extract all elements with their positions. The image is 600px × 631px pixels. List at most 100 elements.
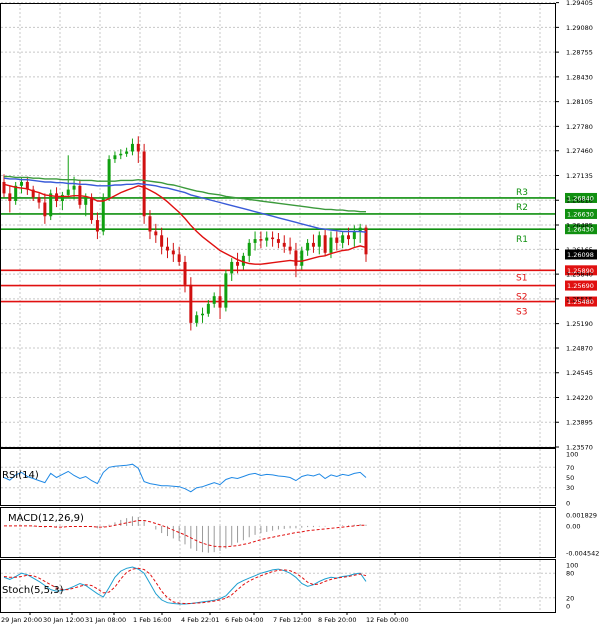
price-tick-label: 1.24220 — [566, 394, 593, 402]
level-name-s2: S2 — [516, 293, 527, 303]
stoch-tick-label: 20 — [566, 594, 574, 602]
candle-body — [55, 193, 59, 202]
candle-body — [136, 143, 140, 152]
candle-body — [230, 261, 234, 274]
time-tick-label: 6 Feb 04:00 — [225, 616, 264, 624]
macd-tick-label: 0.00 — [566, 522, 580, 530]
stoch-label: Stoch(5,5,3) — [2, 585, 64, 596]
candle-body — [130, 143, 134, 152]
candle-body — [317, 235, 321, 247]
candle-body — [323, 235, 327, 253]
candle-body — [37, 197, 41, 203]
rsi-tick-label: 30 — [566, 484, 574, 492]
macd-tick-label: -0.004542 — [566, 550, 599, 558]
candle-body — [276, 239, 280, 243]
rsi-tick-label: 100 — [566, 451, 578, 459]
candle-body — [247, 242, 251, 256]
level-name-r3: R3 — [516, 188, 528, 198]
time-tick-label: 31 Jan 08:00 — [85, 616, 126, 624]
candle-body — [218, 296, 222, 308]
candle-body — [119, 153, 123, 156]
macd-label: MACD(12,26,9) — [8, 513, 84, 524]
price-tick-label: 1.24545 — [566, 369, 593, 377]
candle-body — [49, 193, 53, 217]
candle-body — [154, 231, 158, 236]
time-tick-label: 1 Feb 16:00 — [133, 616, 172, 624]
level-price-label-r2: 1.26630 — [567, 210, 594, 218]
candle-body — [311, 242, 315, 247]
candle-body — [95, 220, 99, 232]
candle-body — [171, 250, 175, 255]
candle-body — [177, 254, 181, 262]
candle-body — [66, 189, 70, 195]
candle-body — [265, 237, 269, 241]
level-name-r1: R1 — [516, 235, 528, 245]
candle-body — [165, 246, 169, 251]
price-tick-label: 1.28430 — [566, 73, 593, 81]
level-price-label-s2: 1.25690 — [567, 282, 594, 290]
chart-root: 1.29405 1.29080 1.28755 1.28430 1.28105 1.277… — [0, 0, 600, 627]
candle-body — [90, 197, 94, 221]
candle-body — [288, 246, 292, 251]
level-name-s3: S3 — [516, 308, 527, 318]
price-tick-label: 1.29080 — [566, 24, 593, 32]
candle-body — [43, 202, 47, 217]
price-tick-label: 1.28755 — [566, 49, 593, 57]
candle-body — [189, 284, 193, 323]
rsi-label: RSI(14) — [2, 470, 39, 481]
stoch-tick-label: 80 — [566, 570, 574, 578]
stoch-tick-label: 100 — [566, 562, 578, 570]
candle-body — [72, 185, 76, 190]
candle-body — [236, 261, 240, 266]
price-tick-label: 1.23895 — [566, 419, 593, 427]
level-name-r2: R2 — [516, 203, 528, 213]
price-tick-label: 1.29405 — [566, 0, 593, 7]
candle-body — [101, 197, 105, 232]
rsi-tick-label: 0 — [566, 500, 570, 508]
price-tick-label: 1.27135 — [566, 172, 593, 180]
candle-body — [195, 315, 199, 323]
candle-body — [253, 239, 257, 243]
candle-body — [113, 155, 117, 160]
time-tick-label: 12 Feb 00:00 — [366, 616, 409, 624]
candle-body — [300, 250, 304, 266]
price-tick-label: 1.24870 — [566, 344, 593, 352]
candle-body — [224, 273, 228, 308]
candle-body — [329, 237, 333, 253]
candle-body — [341, 235, 345, 243]
candle-body — [282, 242, 286, 247]
price-tick-label: 1.25190 — [566, 320, 593, 328]
candle-body — [84, 197, 88, 205]
time-tick-label: 7 Feb 12:00 — [273, 616, 312, 624]
candle-body — [183, 261, 187, 285]
candle-body — [201, 313, 205, 316]
candle-body — [206, 303, 210, 314]
candle-body — [335, 237, 339, 243]
moving-average-line-3 — [4, 175, 366, 213]
candle-body — [259, 239, 263, 241]
candle-body — [271, 237, 275, 240]
rsi-tick-label: 50 — [566, 474, 574, 482]
candle-body — [148, 216, 152, 232]
moving-average-line-2 — [3, 177, 367, 233]
candle-body — [294, 250, 298, 266]
price-tick-label: 1.27460 — [566, 147, 593, 155]
candle-body — [107, 159, 111, 198]
last-price-label: 1.26098 — [567, 251, 594, 259]
level-price-label-s3: 1.25480 — [567, 298, 594, 306]
time-tick-label: 29 Jan 20:00 — [1, 616, 42, 624]
stoch-tick-label: 0 — [566, 603, 570, 611]
candle-body — [8, 193, 12, 202]
candle-body — [160, 235, 164, 247]
candle-body — [125, 151, 129, 154]
level-price-label-r3: 1.26840 — [567, 194, 594, 202]
level-name-s1: S1 — [516, 273, 527, 283]
level-price-label-r1: 1.26430 — [567, 226, 594, 234]
chart-canvas: 1.29405 1.29080 1.28755 1.28430 1.28105 1.277… — [0, 0, 599, 624]
candle-body — [306, 242, 310, 251]
time-tick-label: 8 Feb 20:00 — [318, 616, 357, 624]
panel-frame — [0, 559, 556, 613]
candle-body — [212, 296, 216, 304]
time-tick-label: 4 Feb 22:01 — [181, 616, 220, 624]
time-tick-label: 30 Jan 12:00 — [43, 616, 84, 624]
